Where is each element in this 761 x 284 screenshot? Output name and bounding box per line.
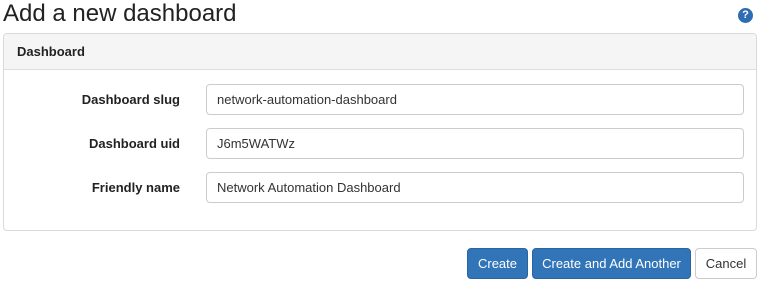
dashboard-slug-label: Dashboard slug xyxy=(81,92,180,107)
page-title: Add a new dashboard xyxy=(3,0,237,27)
dashboard-panel: Dashboard Dashboard slug Dashboard uid F… xyxy=(3,33,757,231)
field-row-friendly-name: Friendly name xyxy=(4,172,756,204)
dashboard-uid-input[interactable] xyxy=(206,128,744,159)
field-row-uid: Dashboard uid xyxy=(4,128,756,160)
field-row-slug: Dashboard slug xyxy=(4,84,756,116)
panel-heading: Dashboard xyxy=(4,34,756,70)
friendly-name-input[interactable] xyxy=(206,172,744,203)
create-and-add-another-button[interactable]: Create and Add Another xyxy=(532,248,691,279)
friendly-name-label: Friendly name xyxy=(91,180,180,195)
cancel-button[interactable]: Cancel xyxy=(695,248,757,279)
dashboard-slug-input[interactable] xyxy=(206,84,744,115)
create-button[interactable]: Create xyxy=(467,248,528,279)
dashboard-uid-label: Dashboard uid xyxy=(88,136,180,151)
help-icon[interactable]: ? xyxy=(738,8,753,23)
